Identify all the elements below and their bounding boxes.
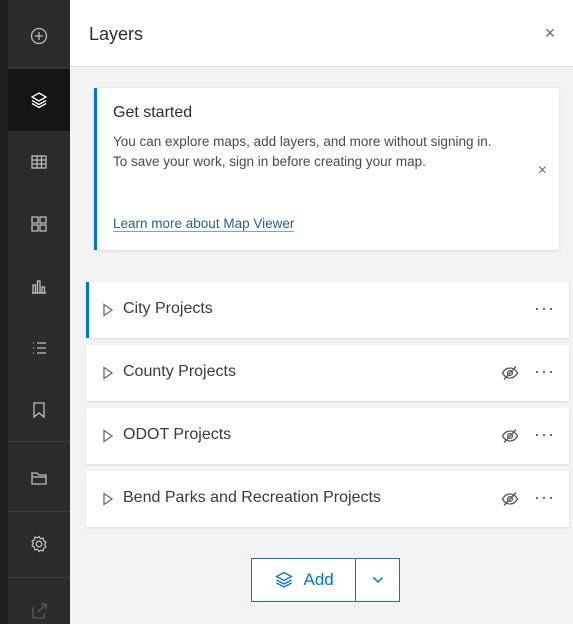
expand-chevron-icon[interactable]: [102, 429, 114, 443]
layer-label: Bend Parks and Recreation Projects: [123, 489, 381, 506]
notice-close-icon[interactable]: ×: [538, 162, 547, 180]
expand-chevron-icon[interactable]: [102, 303, 114, 317]
get-started-notice: Get started You can explore maps, add la…: [94, 88, 559, 250]
layer-list: City Projects ··· County Projects ··· OD…: [86, 282, 569, 534]
chevron-down-icon: [372, 576, 383, 584]
visibility-off-icon[interactable]: [501, 365, 519, 381]
layer-label: ODOT Projects: [123, 426, 232, 443]
open-action-button[interactable]: [8, 447, 70, 509]
charts-action-button[interactable]: [8, 255, 70, 317]
action-bar: [0, 0, 70, 624]
visibility-off-icon[interactable]: [501, 428, 519, 444]
notice-title: Get started: [113, 104, 193, 121]
settings-action-button[interactable]: [8, 513, 70, 575]
expand-chevron-icon[interactable]: [102, 366, 114, 380]
layer-item[interactable]: City Projects ···: [86, 282, 569, 338]
more-options-icon[interactable]: ···: [534, 361, 555, 382]
expand-chevron-icon[interactable]: [102, 492, 114, 506]
action-bar-divider: [8, 441, 70, 442]
layers-icon: [274, 571, 293, 588]
action-bar-divider: [8, 511, 70, 512]
bar-chart-icon: [32, 280, 46, 294]
add-action-button[interactable]: [8, 5, 70, 67]
more-options-icon[interactable]: ···: [534, 298, 555, 319]
layers-icon: [30, 92, 48, 109]
widgets-icon: [31, 216, 47, 232]
tables-action-button[interactable]: [8, 131, 70, 193]
close-icon[interactable]: ×: [541, 23, 559, 43]
learn-more-link[interactable]: Learn more about Map Viewer: [113, 216, 294, 231]
add-dropdown-button[interactable]: [356, 559, 399, 601]
legend-action-button[interactable]: [8, 317, 70, 379]
table-icon: [31, 155, 47, 169]
add-button[interactable]: Add: [252, 559, 355, 601]
more-options-icon[interactable]: ···: [534, 487, 555, 508]
widgets-action-button[interactable]: [8, 193, 70, 255]
panel-header: Layers ×: [70, 0, 573, 67]
layers-action-button[interactable]: [8, 69, 70, 131]
bookmark-icon: [33, 402, 45, 419]
folder-icon: [31, 472, 47, 485]
share-action-button[interactable]: [8, 580, 70, 624]
layer-label: County Projects: [123, 363, 236, 380]
action-bar-edge: [0, 0, 8, 624]
add-circle-icon: [30, 27, 48, 45]
settings-gear-icon: [31, 535, 47, 553]
layer-item[interactable]: ODOT Projects ···: [86, 408, 569, 464]
layer-label: City Projects: [123, 300, 213, 317]
layer-item[interactable]: County Projects ···: [86, 345, 569, 401]
action-bar-divider: [8, 67, 70, 68]
layer-item[interactable]: Bend Parks and Recreation Projects ···: [86, 471, 569, 527]
panel-title: Layers: [89, 24, 144, 44]
legend-list-icon: [33, 342, 46, 354]
visibility-off-icon[interactable]: [501, 491, 519, 507]
add-button-group: Add: [251, 558, 400, 602]
panel-body: Get started You can explore maps, add la…: [70, 68, 573, 624]
more-options-icon[interactable]: ···: [534, 424, 555, 445]
add-button-label: Add: [303, 570, 334, 589]
notice-message: You can explore maps, add layers, and mo…: [113, 134, 492, 169]
action-bar-divider: [8, 577, 70, 578]
share-icon: [32, 603, 47, 619]
bookmarks-action-button[interactable]: [8, 379, 70, 441]
layers-panel: Layers × Get started You can explore map…: [70, 0, 573, 624]
